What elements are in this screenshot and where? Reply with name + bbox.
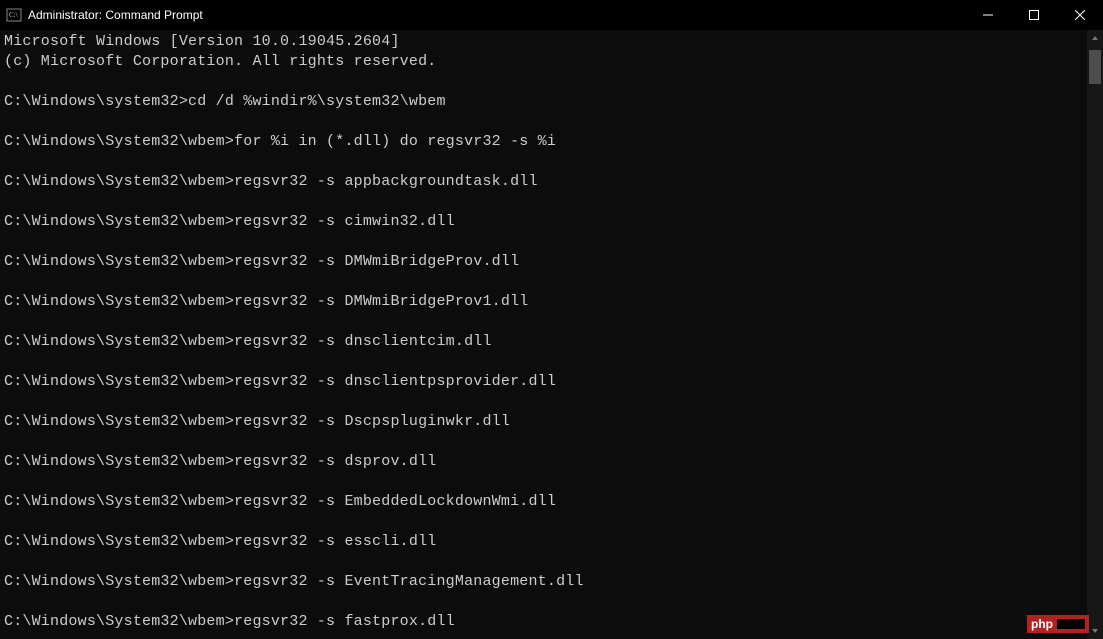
- scrollbar-vertical[interactable]: [1087, 30, 1103, 639]
- console-line: [4, 472, 1083, 492]
- maximize-button[interactable]: [1011, 0, 1057, 30]
- minimize-button[interactable]: [965, 0, 1011, 30]
- console-line: C:\Windows\System32\wbem>regsvr32 -s dsp…: [4, 452, 1083, 472]
- console-line: [4, 232, 1083, 252]
- scrollbar-thumb[interactable]: [1089, 50, 1101, 84]
- console-line: C:\Windows\System32\wbem>regsvr32 -s app…: [4, 172, 1083, 192]
- console-line: [4, 112, 1083, 132]
- console-line: [4, 512, 1083, 532]
- console-line: C:\Windows\System32\wbem>regsvr32 -s Emb…: [4, 492, 1083, 512]
- window-title: Administrator: Command Prompt: [28, 8, 203, 22]
- console-line: C:\Windows\System32\wbem>regsvr32 -s Dsc…: [4, 412, 1083, 432]
- console-line: [4, 432, 1083, 452]
- console-line: C:\Windows\System32\wbem>regsvr32 -s dns…: [4, 372, 1083, 392]
- console-output[interactable]: Microsoft Windows [Version 10.0.19045.26…: [0, 30, 1087, 639]
- console-line: C:\Windows\System32\wbem>for %i in (*.dl…: [4, 132, 1083, 152]
- watermark-label: php: [1031, 617, 1053, 631]
- console-line: C:\Windows\System32\wbem>regsvr32 -s Eve…: [4, 572, 1083, 592]
- console-line: C:\Windows\System32\wbem>regsvr32 -s DMW…: [4, 252, 1083, 272]
- scrollbar-down-arrow-icon[interactable]: [1087, 623, 1103, 639]
- console-line: C:\Windows\System32\wbem>regsvr32 -s cim…: [4, 212, 1083, 232]
- console-line: C:\Windows\System32\wbem>regsvr32 -s dns…: [4, 332, 1083, 352]
- watermark-box-icon: [1057, 619, 1085, 629]
- console-line: [4, 552, 1083, 572]
- window-controls: [965, 0, 1103, 29]
- console-line: C:\Windows\system32>cd /d %windir%\syste…: [4, 92, 1083, 112]
- svg-text:C:\: C:\: [9, 11, 18, 19]
- console-line: C:\Windows\System32\wbem>regsvr32 -s fas…: [4, 612, 1083, 632]
- console-line: [4, 352, 1083, 372]
- titlebar-left: C:\ Administrator: Command Prompt: [6, 7, 203, 23]
- titlebar: C:\ Administrator: Command Prompt: [0, 0, 1103, 30]
- console-line: [4, 312, 1083, 332]
- console-line: Microsoft Windows [Version 10.0.19045.26…: [4, 32, 1083, 52]
- console-line: C:\Windows\System32\wbem>regsvr32 -s DMW…: [4, 292, 1083, 312]
- scrollbar-up-arrow-icon[interactable]: [1087, 30, 1103, 46]
- console-line: [4, 392, 1083, 412]
- console-line: [4, 272, 1083, 292]
- cmd-icon: C:\: [6, 7, 22, 23]
- console-line: [4, 592, 1083, 612]
- console-line: C:\Windows\System32\wbem>regsvr32 -s ess…: [4, 532, 1083, 552]
- console-line: [4, 192, 1083, 212]
- console-line: [4, 72, 1083, 92]
- close-button[interactable]: [1057, 0, 1103, 30]
- console-area: Microsoft Windows [Version 10.0.19045.26…: [0, 30, 1103, 639]
- console-line: (c) Microsoft Corporation. All rights re…: [4, 52, 1083, 72]
- watermark-badge: php: [1027, 615, 1089, 633]
- console-line: [4, 152, 1083, 172]
